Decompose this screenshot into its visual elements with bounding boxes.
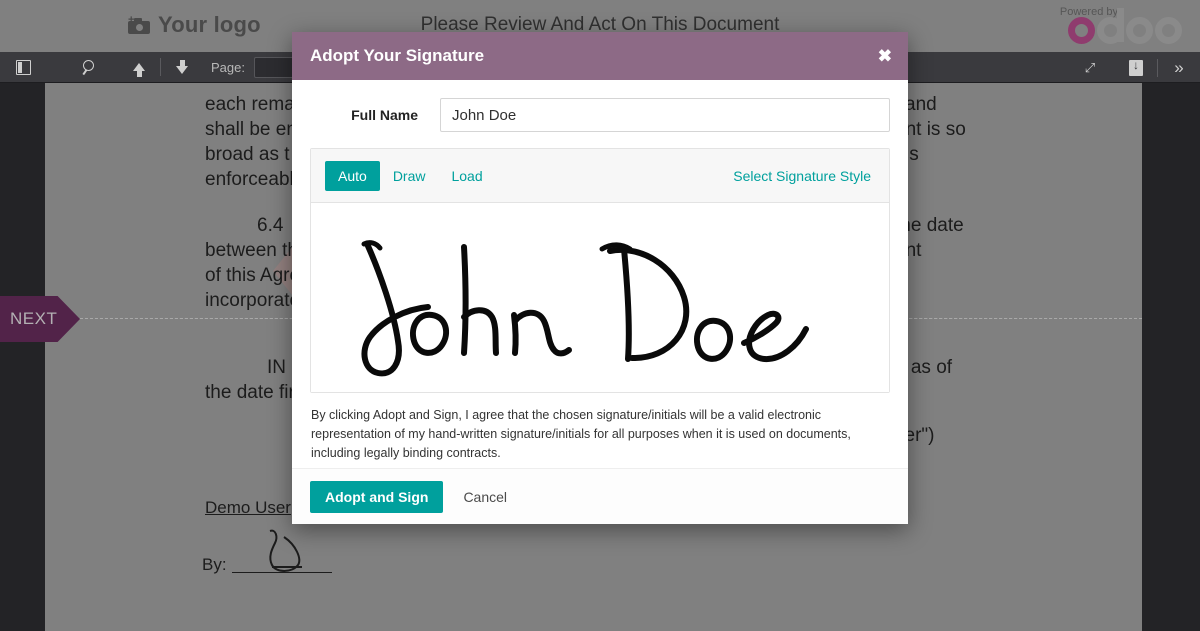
doc-fragment: incorporate: [205, 290, 301, 311]
doc-fragment: and: [905, 94, 937, 115]
tab-load[interactable]: Load: [438, 161, 495, 191]
tab-draw[interactable]: Draw: [380, 161, 439, 191]
select-signature-style-link[interactable]: Select Signature Style: [733, 168, 875, 184]
full-name-input[interactable]: [440, 98, 890, 132]
odoo-logo-o2: [1126, 17, 1153, 44]
download-icon: [1129, 58, 1143, 76]
signature-preview-image: [361, 239, 809, 376]
cancel-button[interactable]: Cancel: [455, 489, 515, 505]
signature-disclaimer: By clicking Adopt and Sign, I agree that…: [311, 408, 851, 460]
odoo-logo-d: [1097, 8, 1124, 44]
dialog-header: Adopt Your Signature ✖: [292, 32, 908, 80]
dialog-title: Adopt Your Signature: [310, 46, 485, 65]
page-label: Page:: [211, 59, 245, 75]
chevron-double-right-icon: »: [1174, 58, 1184, 77]
signature-scribble-icon: [269, 529, 302, 572]
odoo-logo-o1: [1068, 17, 1095, 44]
toolbar-right-group: ⤢ »: [1075, 52, 1194, 83]
signature-preview-canvas[interactable]: [311, 203, 889, 392]
close-icon[interactable]: ✖: [878, 48, 892, 65]
signature-mode-tabs: Auto Draw Load Select Signature Style: [311, 149, 889, 203]
toolbar-divider-right: [1157, 58, 1158, 77]
download-button[interactable]: [1123, 56, 1149, 80]
doc-fragment: of this Agre: [205, 265, 301, 286]
doc-fragment: the date fir: [205, 382, 295, 403]
signature-panel: Auto Draw Load Select Signature Style: [310, 148, 890, 393]
signer-name-label: Demo User: [205, 498, 291, 517]
doc-fragment: each rema: [205, 94, 295, 115]
viewer-right-gutter: [1142, 83, 1200, 631]
doc-fragment: broad as t: [205, 144, 290, 165]
dialog-footer: Adopt and Sign Cancel: [292, 468, 908, 524]
sidebar-toggle-icon: [15, 59, 31, 75]
dialog-body: Full Name Auto Draw Load Select Signatur…: [292, 80, 908, 468]
by-label: By:: [202, 555, 227, 574]
adopt-and-sign-button[interactable]: Adopt and Sign: [310, 480, 444, 513]
toolbar-divider: [160, 58, 161, 76]
next-page-button[interactable]: [169, 55, 195, 79]
expand-icon: ⤢: [1084, 59, 1096, 75]
doc-fragment: enforceabl: [205, 169, 294, 190]
search-button[interactable]: [76, 55, 102, 79]
doc-fragment: IN: [267, 357, 286, 378]
odoo-logo-o3: [1155, 17, 1182, 44]
fullscreen-button[interactable]: ⤢: [1077, 56, 1103, 80]
app-screen: + Your logo Please Review And Act On Thi…: [0, 0, 1200, 631]
doc-fragment: between th: [205, 240, 298, 261]
doc-fragment: shall be en: [205, 119, 297, 140]
odoo-logo: [1068, 8, 1182, 44]
more-tools-button[interactable]: »: [1166, 56, 1192, 80]
viewer-sidebar-panel[interactable]: [0, 83, 45, 631]
arrow-down-icon: [176, 60, 188, 74]
next-field-label: NEXT: [10, 309, 58, 328]
search-icon: [82, 59, 97, 75]
sidebar-toggle-button[interactable]: [10, 55, 36, 79]
full-name-label: Full Name: [351, 107, 418, 123]
previous-page-button[interactable]: [126, 55, 152, 79]
doc-fragment: 6.4: [257, 215, 284, 236]
arrow-up-icon: [133, 63, 145, 77]
tab-auto[interactable]: Auto: [325, 160, 380, 191]
full-name-row: Full Name: [310, 98, 890, 132]
adopt-signature-dialog: Adopt Your Signature ✖ Full Name Auto Dr…: [292, 32, 908, 524]
